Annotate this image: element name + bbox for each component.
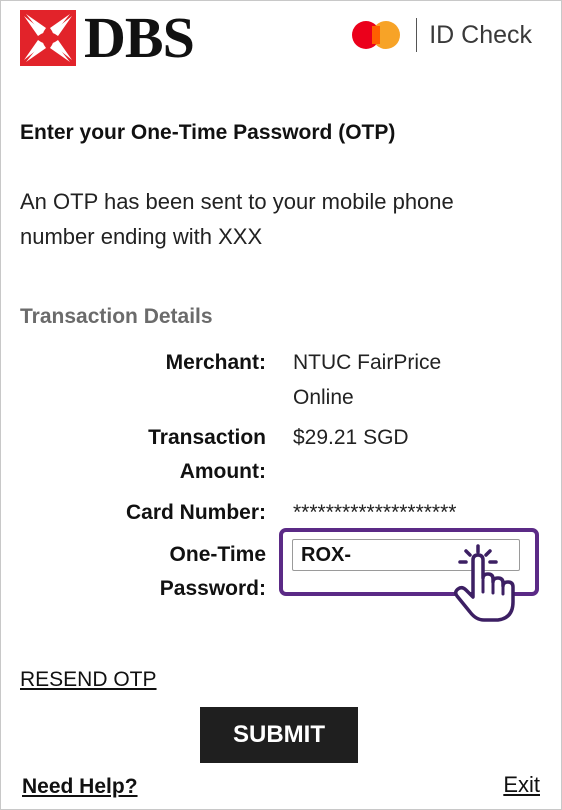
mastercard-id-check: ID Check [352,18,532,52]
card-number-value: ******************** [293,501,457,524]
amount-label-line2: Amount: [179,460,266,483]
merchant-value-line2: Online [293,386,354,409]
otp-label-line2: Password: [159,577,266,600]
merchant-value-line1: NTUC FairPrice [293,351,442,374]
resend-otp-link[interactable]: RESEND OTP [20,668,157,692]
need-help-link[interactable]: Need Help? [22,775,138,799]
otp-sent-message: An OTP has been sent to your mobile phon… [20,189,454,249]
page-title: Enter your One-Time Password (OTP) [20,121,396,144]
dbs-star-icon [20,10,76,66]
card-number-label: Card Number: [125,501,266,524]
amount-label-line1: Transaction [148,426,266,449]
otp-label-line1: One-Time [169,543,266,566]
bank-name: DBS [84,5,195,70]
dbs-logo: DBS [20,5,195,70]
hand-pointer-click-icon [453,544,515,622]
divider [416,18,418,52]
transaction-details-title: Transaction Details [20,305,213,328]
id-check-label: ID Check [429,20,532,49]
merchant-label: Merchant: [165,351,266,374]
exit-link[interactable]: Exit [503,772,540,798]
mastercard-icon [352,19,402,51]
amount-value: $29.21 SGD [293,426,409,449]
submit-button[interactable]: SUBMIT [200,707,358,763]
